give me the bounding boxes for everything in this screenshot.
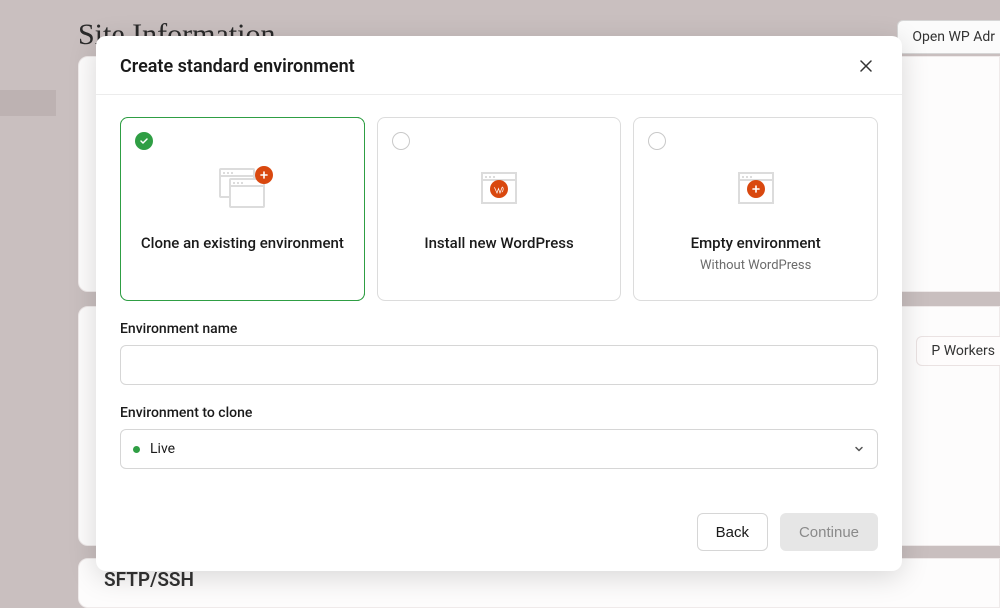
option-title: Install new WordPress [424, 234, 573, 252]
modal-header: Create standard environment [96, 36, 902, 95]
plus-badge-icon [747, 180, 765, 198]
modal-overlay: Create standard environment [0, 0, 1000, 596]
wordpress-window-icon [472, 168, 526, 214]
environment-to-clone-label: Environment to clone [120, 405, 878, 421]
create-environment-modal: Create standard environment [96, 36, 902, 571]
environment-name-input[interactable] [120, 345, 878, 385]
option-install-wordpress[interactable]: Install new WordPress [377, 117, 622, 301]
option-clone-existing[interactable]: Clone an existing environment [120, 117, 365, 301]
environment-name-field: Environment name [120, 321, 878, 385]
environment-to-clone-select[interactable]: Live [120, 429, 878, 469]
continue-button[interactable]: Continue [780, 513, 878, 551]
environment-options: Clone an existing environment Install ne… [120, 117, 878, 301]
environment-to-clone-field: Environment to clone Live [120, 405, 878, 469]
radio-unselected-icon [648, 132, 666, 150]
option-title: Clone an existing environment [141, 234, 344, 252]
radio-unselected-icon [392, 132, 410, 150]
back-button[interactable]: Back [697, 513, 768, 551]
modal-title: Create standard environment [120, 56, 355, 77]
wordpress-logo-icon [490, 180, 508, 198]
radio-selected-icon [135, 132, 153, 150]
status-dot-icon [133, 446, 140, 453]
option-title: Empty environment [691, 234, 821, 252]
option-empty-environment[interactable]: Empty environment Without WordPress [633, 117, 878, 301]
environment-name-label: Environment name [120, 321, 878, 337]
close-button[interactable] [854, 54, 878, 78]
modal-footer: Back Continue [96, 497, 902, 571]
option-subtitle: Without WordPress [700, 258, 811, 273]
chevron-down-icon [853, 440, 865, 459]
empty-window-icon [729, 168, 783, 214]
modal-body: Clone an existing environment Install ne… [96, 95, 902, 469]
select-value: Live [150, 441, 175, 457]
clone-windows-icon [215, 168, 269, 214]
plus-badge-icon [255, 166, 273, 184]
close-icon [860, 60, 872, 72]
